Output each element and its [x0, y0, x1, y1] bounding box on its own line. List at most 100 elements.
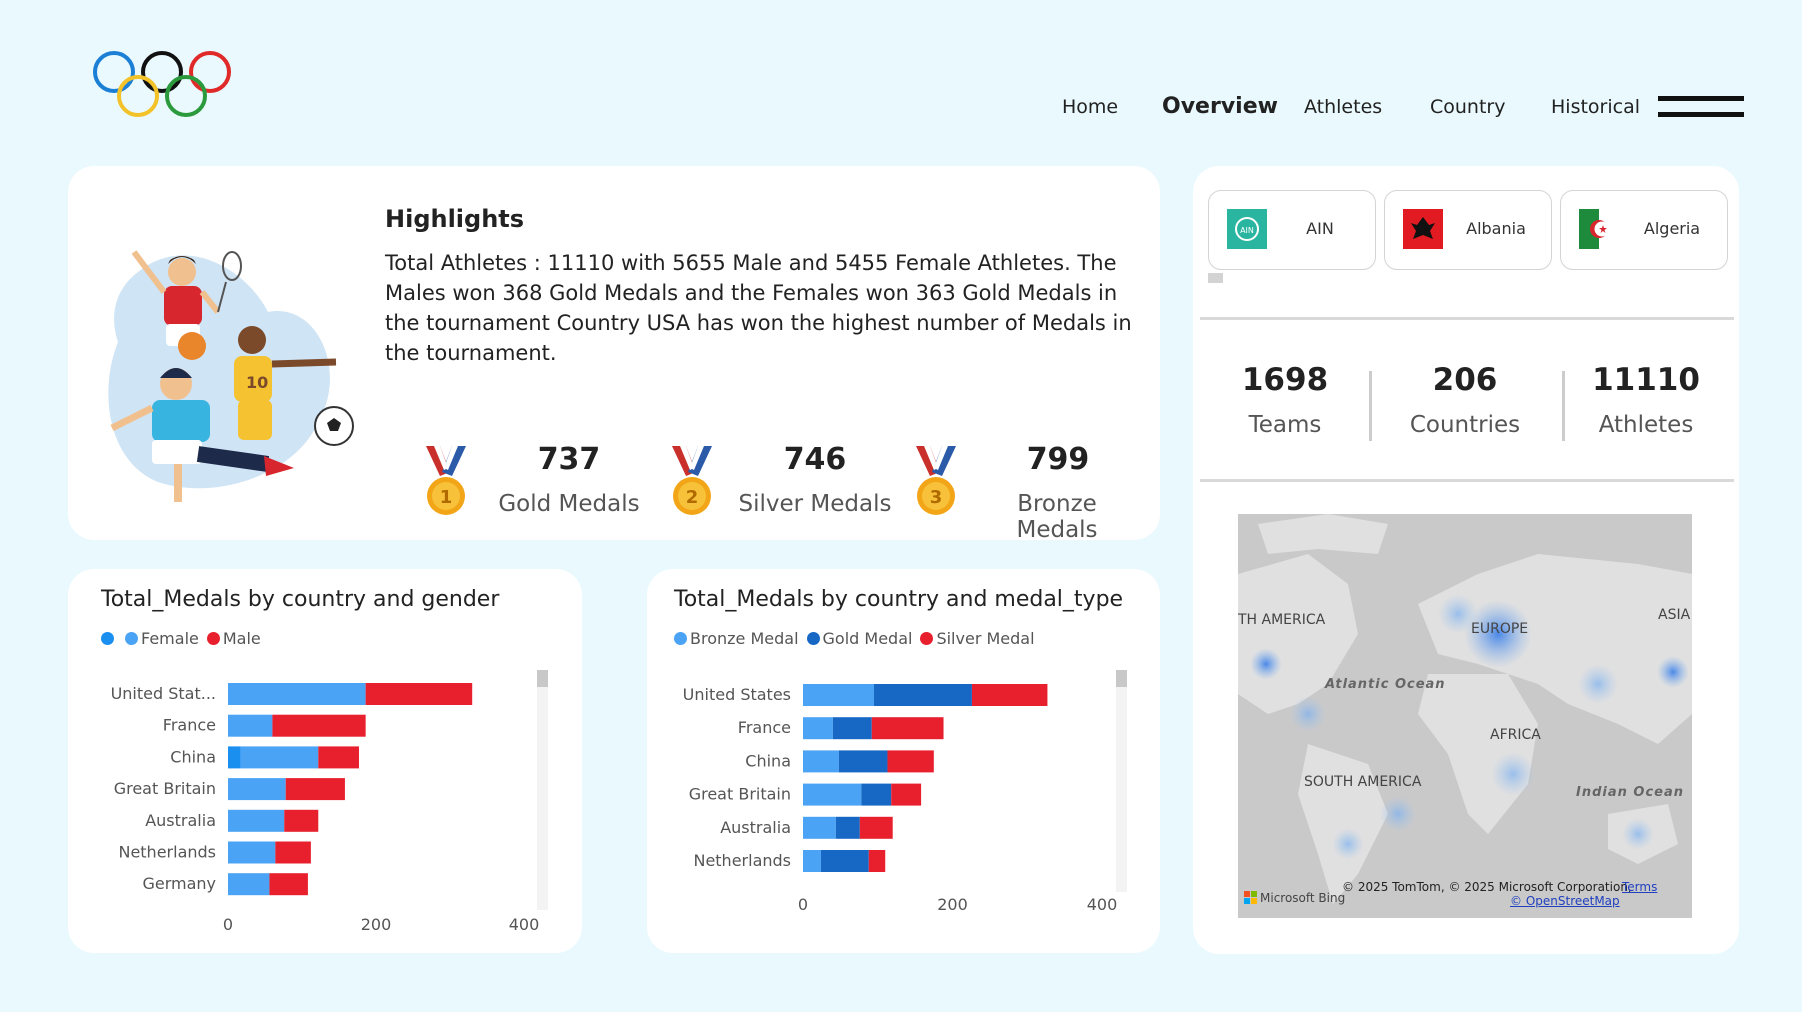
gold-medal-label: Gold Medals	[498, 491, 640, 517]
legend-item-male[interactable]: Male	[206, 629, 261, 648]
gender-chart: United Stat... France China Great Britain Au…	[111, 670, 548, 934]
athletes-illustration: 10	[108, 250, 354, 502]
bar-segment[interactable]	[803, 783, 862, 806]
ain-flag-icon: AIN	[1227, 209, 1267, 249]
bar-segment[interactable]	[285, 778, 345, 801]
map-terms-link[interactable]: Terms	[1622, 880, 1657, 894]
bar-segment[interactable]	[803, 816, 836, 839]
map-osm-link[interactable]: © OpenStreetMap	[1510, 894, 1620, 908]
scrollbar-track[interactable]	[537, 670, 548, 910]
bar-segment[interactable]	[228, 746, 241, 769]
bar-segment[interactable]	[228, 714, 273, 737]
legend-swatch	[206, 632, 220, 645]
legend-label: Male	[222, 629, 261, 648]
bar-segment[interactable]	[228, 683, 366, 705]
bar-segment[interactable]	[803, 684, 875, 706]
scrollbar-track[interactable]	[1116, 670, 1127, 892]
map-label: EUROPE	[1471, 621, 1529, 637]
kpi-athletes-value: 11110	[1592, 362, 1700, 398]
legend-item-bronze[interactable]: Bronze Medal	[674, 629, 799, 648]
bar-segment[interactable]	[838, 750, 888, 773]
nav-country[interactable]: Country	[1430, 96, 1505, 118]
x-tick-label: 200	[937, 895, 968, 914]
svg-text:AIN: AIN	[1240, 226, 1254, 235]
bar-segment[interactable]	[272, 714, 366, 737]
legend-swatch	[674, 632, 687, 645]
x-tick-label: 200	[361, 915, 392, 934]
nav-historical[interactable]: Historical	[1551, 96, 1640, 118]
chips-scrollbar[interactable]	[1208, 273, 1223, 283]
category-label: France	[738, 718, 791, 737]
bar-segment[interactable]	[269, 873, 308, 896]
legend-swatch	[806, 632, 820, 645]
nav-overview[interactable]: Overview	[1162, 94, 1278, 119]
map-provider: Microsoft Bing	[1260, 891, 1346, 905]
x-tick-label: 400	[1087, 895, 1118, 914]
highlights-title: Highlights	[385, 205, 525, 233]
bar-segment[interactable]	[803, 717, 833, 740]
map-land-shapes	[1238, 514, 1692, 904]
bar-segment[interactable]	[228, 778, 286, 801]
gender-chart-legend: Female Male	[101, 629, 269, 648]
country-chip-albania[interactable]: Albania	[1384, 190, 1552, 270]
bar-segment[interactable]	[835, 816, 860, 839]
bar-segment[interactable]	[887, 750, 934, 773]
bar-segment[interactable]	[284, 809, 319, 832]
category-label: Great Britain	[114, 779, 216, 798]
algeria-flag-icon	[1579, 209, 1619, 249]
bar-segment[interactable]	[868, 850, 886, 872]
kpi-countries-label: Countries	[1409, 412, 1521, 438]
legend-label: Gold Medal	[822, 629, 913, 648]
nav-athletes[interactable]: Athletes	[1304, 96, 1382, 118]
bar-segment[interactable]	[874, 684, 972, 706]
bar-segment[interactable]	[228, 841, 276, 864]
highlights-text: Total Athletes : 11110 with 5655 Male an…	[385, 251, 1132, 365]
legend-item[interactable]	[101, 632, 117, 645]
bar-segment[interactable]	[803, 750, 839, 773]
bar-segment[interactable]	[861, 783, 892, 806]
bar-segment[interactable]	[803, 850, 821, 872]
country-chip-algeria[interactable]: Algeria	[1560, 190, 1728, 270]
silver-medal-icon: 2	[672, 446, 712, 515]
bar-segment[interactable]	[820, 850, 869, 872]
legend-swatch	[920, 632, 934, 645]
scrollbar-thumb[interactable]	[1116, 670, 1127, 687]
world-map[interactable]: TH AMERICA EUROPE ASIA Atlantic Ocean AF…	[1238, 514, 1692, 918]
silver-medal-count: 746	[783, 442, 847, 477]
category-label: Germany	[142, 874, 216, 893]
legend-item-silver[interactable]: Silver Medal	[920, 629, 1035, 648]
category-label: Australia	[720, 818, 791, 837]
nav-home[interactable]: Home	[1062, 96, 1118, 118]
menu-icon[interactable]	[1658, 96, 1744, 122]
bar-segment[interactable]	[228, 809, 285, 832]
legend-label: Silver Medal	[936, 629, 1035, 648]
category-label: Netherlands	[118, 843, 216, 862]
bar-segment[interactable]	[240, 746, 319, 769]
microsoft-logo-icon	[1244, 891, 1257, 904]
category-label: United Stat...	[111, 684, 216, 703]
bar-segment[interactable]	[832, 717, 872, 740]
albania-flag-icon	[1403, 209, 1443, 249]
bar-segment[interactable]	[859, 816, 893, 839]
svg-text:2: 2	[686, 487, 699, 508]
bar-segment[interactable]	[871, 717, 944, 740]
bar-segment[interactable]	[228, 873, 270, 896]
svg-text:1: 1	[440, 487, 453, 508]
bar-segment[interactable]	[891, 783, 922, 806]
map-label: AFRICA	[1490, 727, 1541, 743]
map-label: TH AMERICA	[1238, 612, 1326, 628]
bronze-medal-count: 799	[1026, 442, 1090, 477]
bar-segment[interactable]	[365, 683, 473, 705]
legend-item-gold[interactable]: Gold Medal	[806, 629, 913, 648]
medal-type-chart-title: Total_Medals by country and medal_type	[674, 587, 1124, 612]
country-chip-ain[interactable]: AIN AIN	[1208, 190, 1376, 270]
map-label: ASIA	[1658, 607, 1691, 623]
bar-segment[interactable]	[971, 684, 1048, 706]
scrollbar-thumb[interactable]	[537, 670, 548, 687]
kpi-teams-label: Teams	[1248, 412, 1322, 438]
bar-segment[interactable]	[318, 746, 359, 769]
bronze-medal-label: Bronze Medals	[1016, 491, 1098, 543]
legend-item-female[interactable]: Female	[125, 629, 199, 648]
divider	[1200, 479, 1734, 482]
bar-segment[interactable]	[275, 841, 311, 864]
